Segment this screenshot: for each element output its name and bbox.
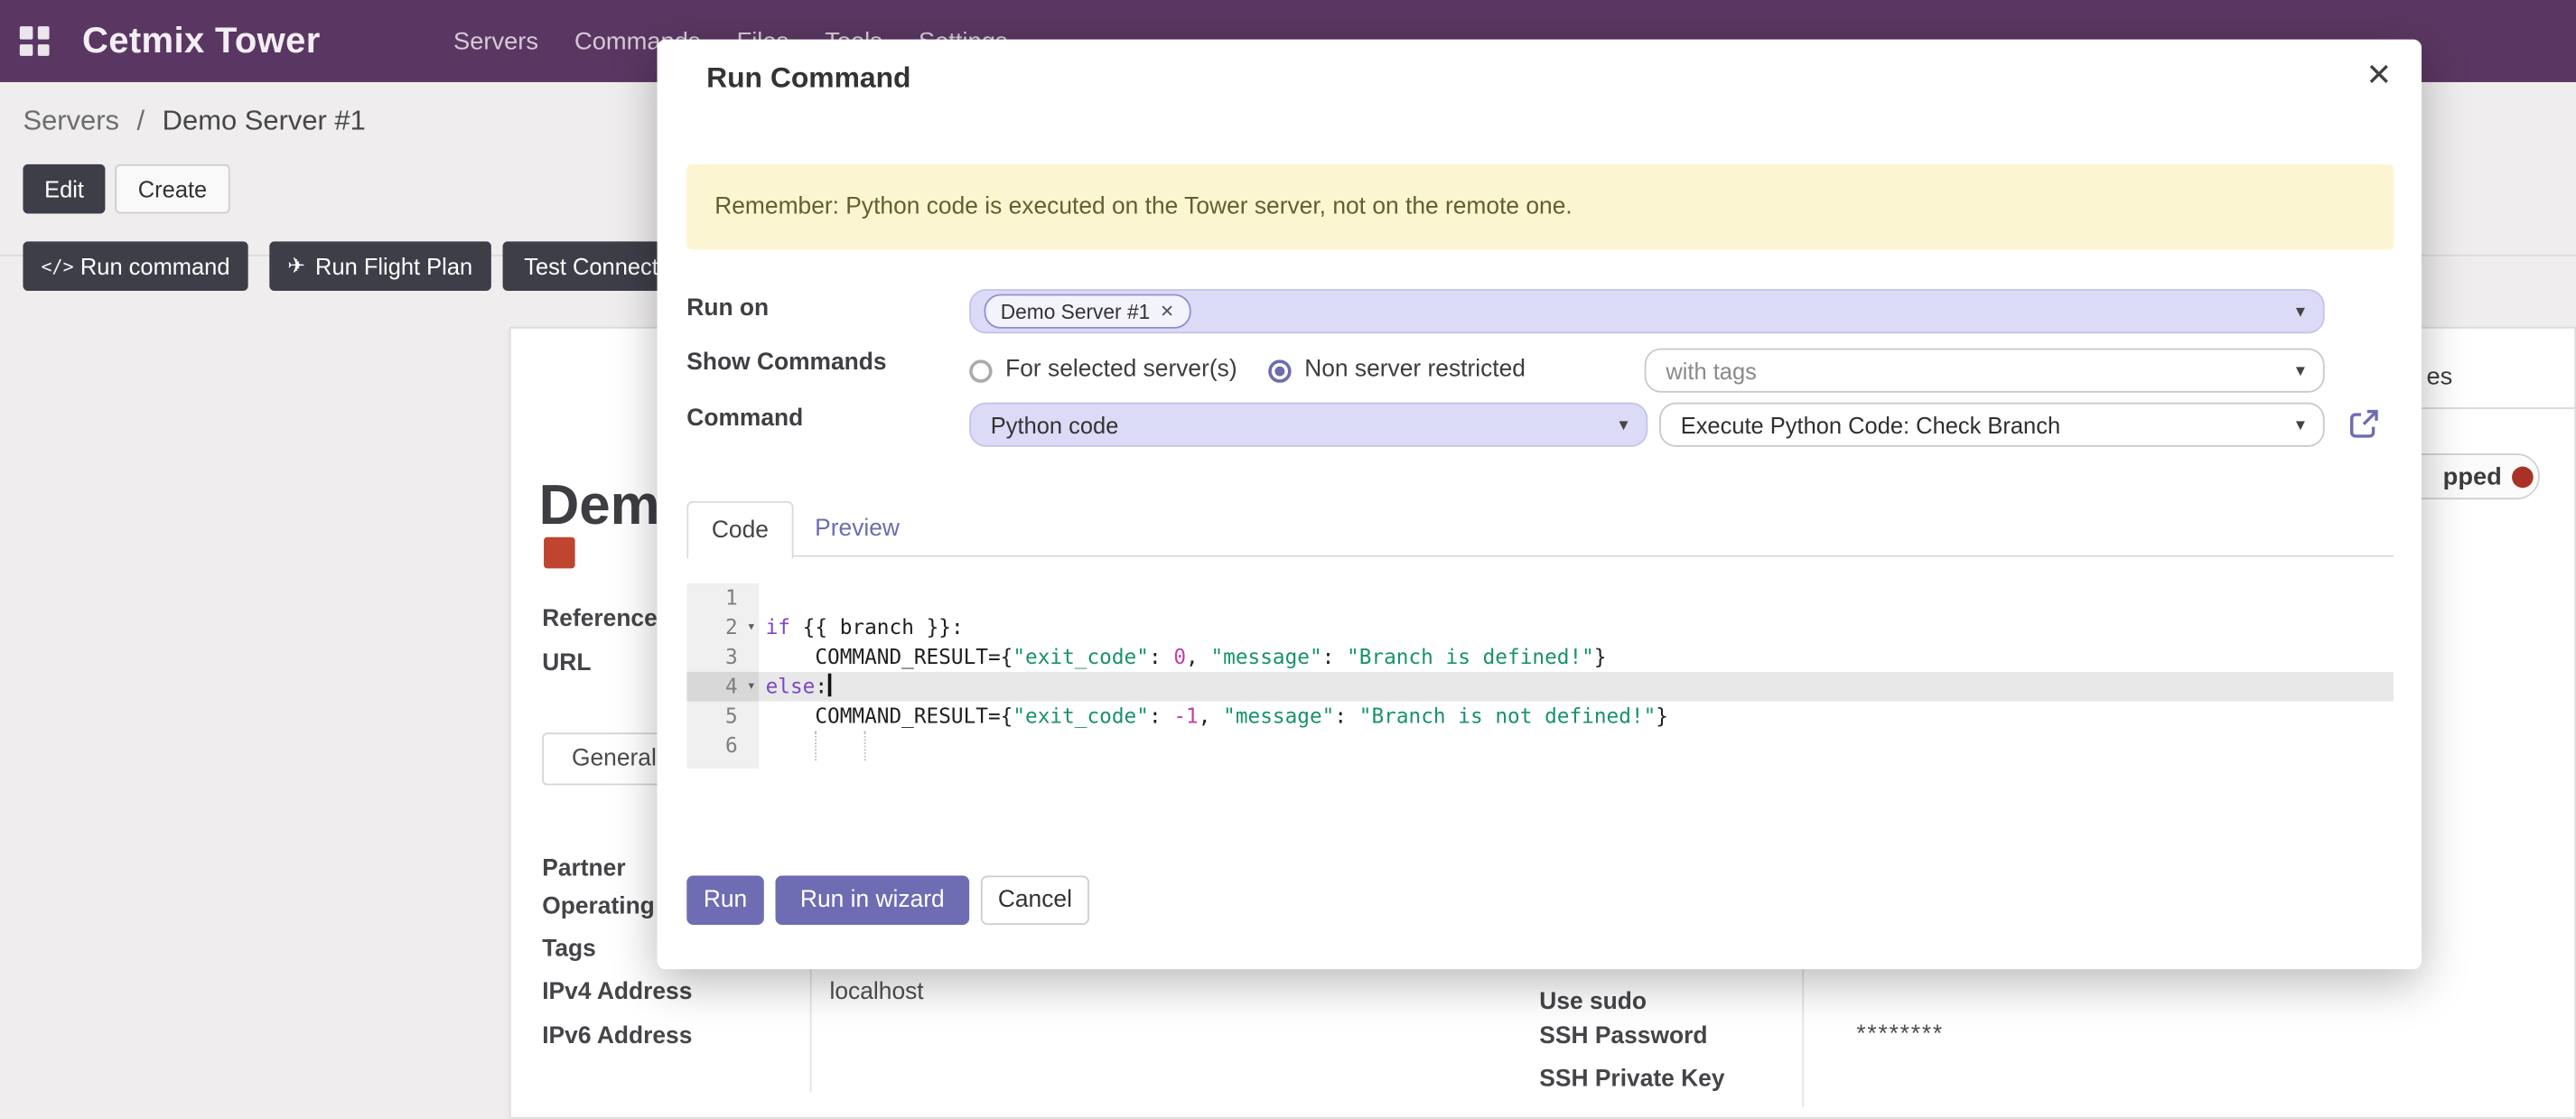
screen: Cetmix Tower Servers Commands Files Tool… [0,0,2576,1119]
brand-title[interactable]: Cetmix Tower [82,0,321,82]
code-icon: </> [41,256,73,277]
command-select[interactable]: Execute Python Code: Check Branch ▾ [1659,403,2325,447]
with-tags-placeholder: with tags [1666,358,1756,384]
server-tag-label: Demo Server #1 [1001,300,1151,322]
ssh-password-value: ******** [1856,1021,1944,1048]
command-type-value: Python code [991,412,1119,438]
ipv4-value: localhost [830,979,924,1005]
editor-gutter: 12▾34▾56 [686,583,759,769]
ssh-private-key-label: SSH Private Key [1539,1066,1724,1092]
gutter-line-3[interactable]: 3 [686,642,759,672]
breadcrumb: Servers / Demo Server #1 [23,105,365,137]
editor-lines: if {{ branch }}: COMMAND_RESULT={"exit_c… [759,583,2394,769]
cancel-button[interactable]: Cancel [981,875,1089,925]
gutter-line-2[interactable]: 2▾ [686,612,759,642]
run-command-modal: Run Command ✕ Remember: Python code is e… [658,40,2422,969]
tags-label: Tags [542,937,596,963]
run-on-field[interactable]: Demo Server #1 ✕ ▾ [969,289,2325,333]
run-in-wizard-button[interactable]: Run in wizard [776,875,970,925]
gutter-line-4[interactable]: 4▾ [686,672,759,702]
edit-button[interactable]: Edit [23,164,105,214]
text-cursor [827,674,831,696]
code-line-1[interactable] [759,583,2394,613]
create-button[interactable]: Create [115,164,229,214]
tab-code[interactable]: Code [686,501,793,559]
code-editor[interactable]: 12▾34▾56 if {{ branch }}: COMMAND_RESULT… [686,583,2394,769]
chevron-down-icon[interactable]: ▾ [2296,359,2305,381]
command-label: Command [686,406,803,432]
menu-servers[interactable]: Servers [453,27,538,55]
radio-selected-servers-label[interactable]: For selected server(s) [1005,357,1237,383]
gutter-line-6[interactable]: 6 [686,731,759,760]
ipv6-label: IPv6 Address [542,1023,692,1049]
status-stopped-dot-icon [2512,466,2534,488]
run-flight-plan-button[interactable]: ✈ Run Flight Plan [269,241,490,291]
show-commands-label: Show Commands [686,350,886,376]
tab-preview[interactable]: Preview [815,516,900,542]
right-tab-fragment[interactable]: es [2426,363,2452,391]
radio-selected-servers[interactable] [969,359,992,382]
remove-tag-icon[interactable]: ✕ [1160,302,1174,322]
alert-text: Remember: Python code is executed on the… [714,194,1573,220]
python-warning-alert: Remember: Python code is executed on the… [686,164,2394,250]
with-tags-select[interactable]: with tags ▾ [1645,349,2325,393]
code-line-3[interactable]: COMMAND_RESULT={"exit_code": 0, "message… [759,642,2394,672]
chevron-down-icon[interactable]: ▾ [1619,414,1628,435]
gutter-line-1[interactable]: 1 [686,583,759,613]
indent-guide [864,731,866,760]
run-command-label: Run command [80,253,230,279]
breadcrumb-current: Demo Server #1 [163,105,366,136]
code-line-6[interactable] [759,731,2394,760]
radio-non-server-restricted-label[interactable]: Non server restricted [1304,357,1526,383]
external-link-icon[interactable] [2347,407,2380,440]
use-sudo-label: Use sudo [1539,989,1647,1015]
breadcrumb-servers[interactable]: Servers [23,105,119,136]
server-color-swatch[interactable] [544,537,575,569]
run-button[interactable]: Run [686,875,763,925]
modal-title: Run Command [706,61,910,95]
fold-arrow-icon[interactable]: ▾ [747,612,756,642]
code-line-5[interactable]: COMMAND_RESULT={"exit_code": -1, "messag… [759,702,2394,732]
indent-guide [815,731,817,760]
tabs-underline [686,555,2394,557]
run-command-button[interactable]: </> Run command [23,241,247,291]
code-line-4[interactable]: else: [759,672,2394,702]
fold-arrow-icon[interactable]: ▾ [747,672,756,702]
run-on-label: Run on [686,295,769,322]
plane-icon: ✈ [287,253,305,279]
ipv4-label: IPv4 Address [542,979,692,1005]
chevron-down-icon[interactable]: ▾ [2296,414,2305,435]
command-type-select[interactable]: Python code ▾ [969,403,1647,447]
server-tag[interactable]: Demo Server #1 ✕ [985,294,1191,329]
radio-non-server-restricted[interactable] [1268,359,1291,382]
command-select-value: Execute Python Code: Check Branch [1681,412,2060,438]
ssh-password-label: SSH Password [1539,1023,1707,1049]
breadcrumb-separator: / [137,105,145,136]
chevron-down-icon[interactable]: ▾ [2296,301,2305,322]
code-line-2[interactable]: if {{ branch }}: [759,612,2394,642]
apps-grid-icon[interactable] [20,26,50,56]
url-label: URL [542,650,591,676]
status-text-fragment: pped [2443,462,2502,490]
reference-label: Reference [542,606,658,632]
partner-label: Partner [542,856,625,882]
close-icon[interactable]: ✕ [2366,58,2392,96]
gutter-line-5[interactable]: 5 [686,702,759,732]
run-flight-plan-label: Run Flight Plan [315,253,472,279]
